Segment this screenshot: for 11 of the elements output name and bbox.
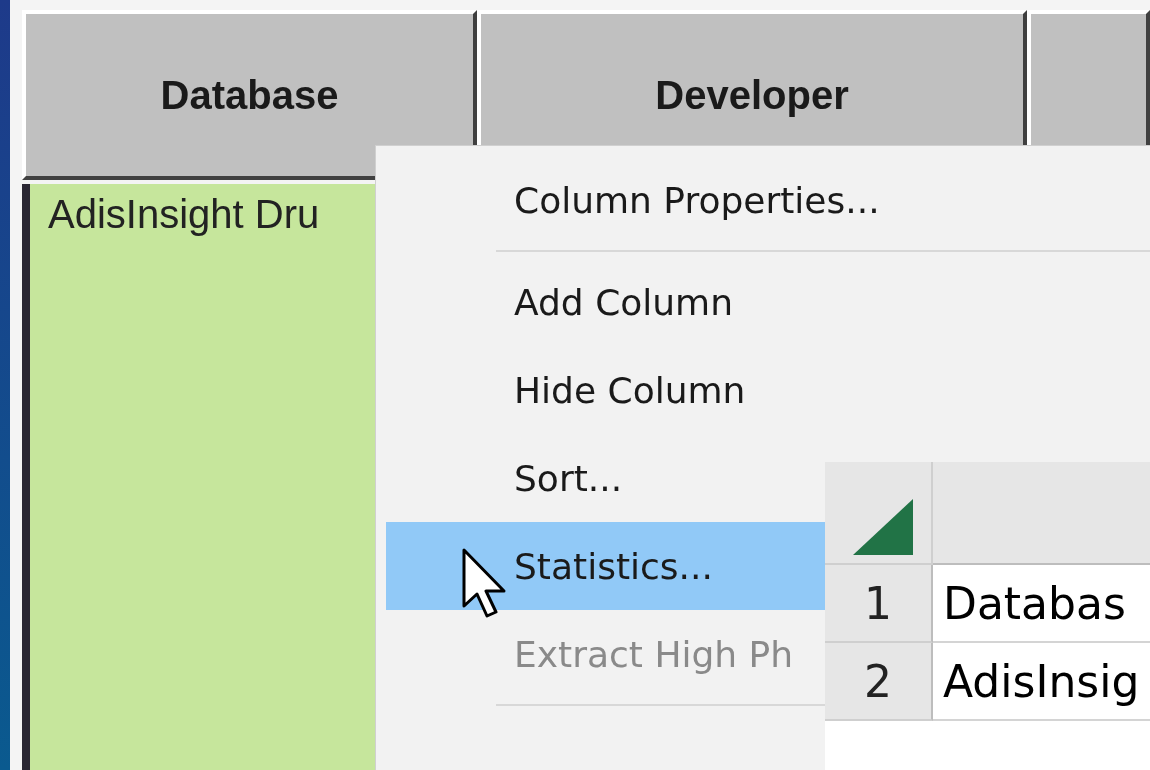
spreadsheet-cell[interactable]: Databas bbox=[933, 565, 1150, 643]
menu-item[interactable]: Statistics... bbox=[386, 522, 826, 610]
row-number[interactable]: 1 bbox=[825, 565, 933, 643]
table-cell: AdisInsight Dru bbox=[22, 184, 375, 770]
column-header[interactable]: Database bbox=[22, 10, 477, 180]
row-number[interactable]: 2 bbox=[825, 643, 933, 721]
menu-item[interactable]: Hide Column bbox=[386, 346, 826, 434]
spreadsheet-cell[interactable]: AdisInsig bbox=[933, 643, 1150, 721]
menu-item[interactable]: Add Column bbox=[386, 258, 826, 346]
select-all-icon[interactable] bbox=[853, 499, 913, 555]
menu-item[interactable]: Sort... bbox=[386, 434, 826, 522]
